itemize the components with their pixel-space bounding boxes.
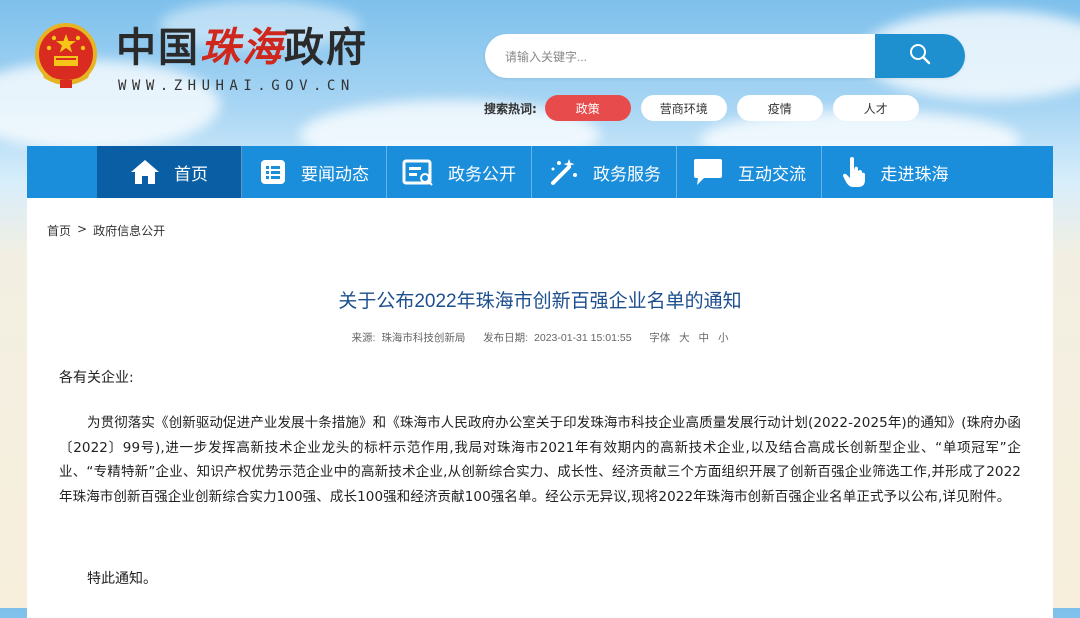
news-list-icon	[259, 158, 287, 186]
document-icon	[402, 158, 434, 186]
site-title-part: 中国	[116, 24, 200, 71]
hot-tag-business-environment[interactable]: 营商环境	[640, 95, 727, 121]
hot-search-label: 搜索热词:	[484, 101, 537, 116]
site-title-part: 珠海	[200, 24, 284, 71]
magic-wand-icon	[547, 157, 579, 187]
font-size-large-button[interactable]: 大	[679, 332, 690, 344]
nav-item-interaction[interactable]: 互动交流	[677, 146, 822, 198]
nav-item-about-zhuhai[interactable]: 走进珠海	[822, 146, 967, 198]
font-size-small-button[interactable]: 小	[718, 332, 729, 344]
site-title[interactable]: 中国珠海政府	[116, 26, 368, 70]
date-label: 发布日期:	[483, 332, 529, 344]
site-title-part: 政府	[284, 24, 368, 71]
content-panel: 首页 > 政府信息公开 关于公布2022年珠海市创新百强企业名单的通知 来源: 珠…	[27, 198, 1053, 618]
font-size-label: 字体	[649, 332, 671, 344]
search-box	[485, 34, 965, 78]
hot-tag-talent[interactable]: 人才	[832, 95, 919, 121]
nav-item-news[interactable]: 要闻动态	[242, 146, 387, 198]
nav-item-label: 首页	[174, 164, 208, 185]
article-title: 关于公布2022年珠海市创新百强企业名单的通知	[338, 291, 742, 312]
national-emblem-logo	[34, 22, 98, 92]
main-nav: 首页 要闻动态 政务公开 政务服务 互动交流 走进珠海	[27, 146, 1053, 198]
chat-bubble-icon	[692, 158, 724, 186]
source-label: 来源:	[351, 332, 376, 344]
hot-tag-epidemic[interactable]: 疫情	[736, 95, 823, 121]
site-domain: WWW.ZHUHAI.GOV.CN	[118, 78, 355, 94]
hand-pointer-icon	[841, 156, 867, 188]
nav-item-government-services[interactable]: 政务服务	[532, 146, 677, 198]
search-icon	[908, 42, 932, 70]
article-salutation: 各有关企业:	[59, 370, 134, 386]
article-meta: 来源: 珠海市科技创新局 发布日期: 2023-01-31 15:01:55 字体 …	[27, 330, 1053, 345]
nav-item-label: 政务服务	[593, 164, 661, 185]
nav-item-label: 互动交流	[738, 164, 806, 185]
source-value: 珠海市科技创新局	[381, 332, 466, 344]
nav-item-label: 走进珠海	[880, 164, 949, 185]
nav-item-government-affairs[interactable]: 政务公开	[387, 146, 532, 198]
article-closing: 特此通知。	[87, 571, 157, 587]
date-value: 2023-01-31 15:01:55	[534, 332, 632, 344]
cloud-decoration	[0, 60, 220, 150]
breadcrumb: 首页 > 政府信息公开	[47, 222, 165, 239]
search-button[interactable]	[875, 34, 965, 78]
breadcrumb-info-disclosure-link[interactable]: 政府信息公开	[93, 222, 165, 239]
font-size-medium-button[interactable]: 中	[699, 332, 710, 344]
hot-tag-policy[interactable]: 政策	[544, 95, 631, 121]
hot-search-words: 搜索热词: 政策 营商环境 疫情 人才	[484, 95, 929, 121]
nav-item-label: 要闻动态	[301, 164, 369, 185]
breadcrumb-separator: >	[77, 222, 88, 236]
nav-item-label: 政务公开	[448, 164, 516, 185]
breadcrumb-home-link[interactable]: 首页	[47, 222, 71, 239]
article-paragraph: 为贯彻落实《创新驱动促进产业发展十条措施》和《珠海市人民政府办公室关于印发珠海市…	[59, 415, 1021, 505]
nav-item-home[interactable]: 首页	[97, 146, 242, 198]
home-icon	[130, 159, 160, 185]
search-input[interactable]	[485, 34, 897, 78]
